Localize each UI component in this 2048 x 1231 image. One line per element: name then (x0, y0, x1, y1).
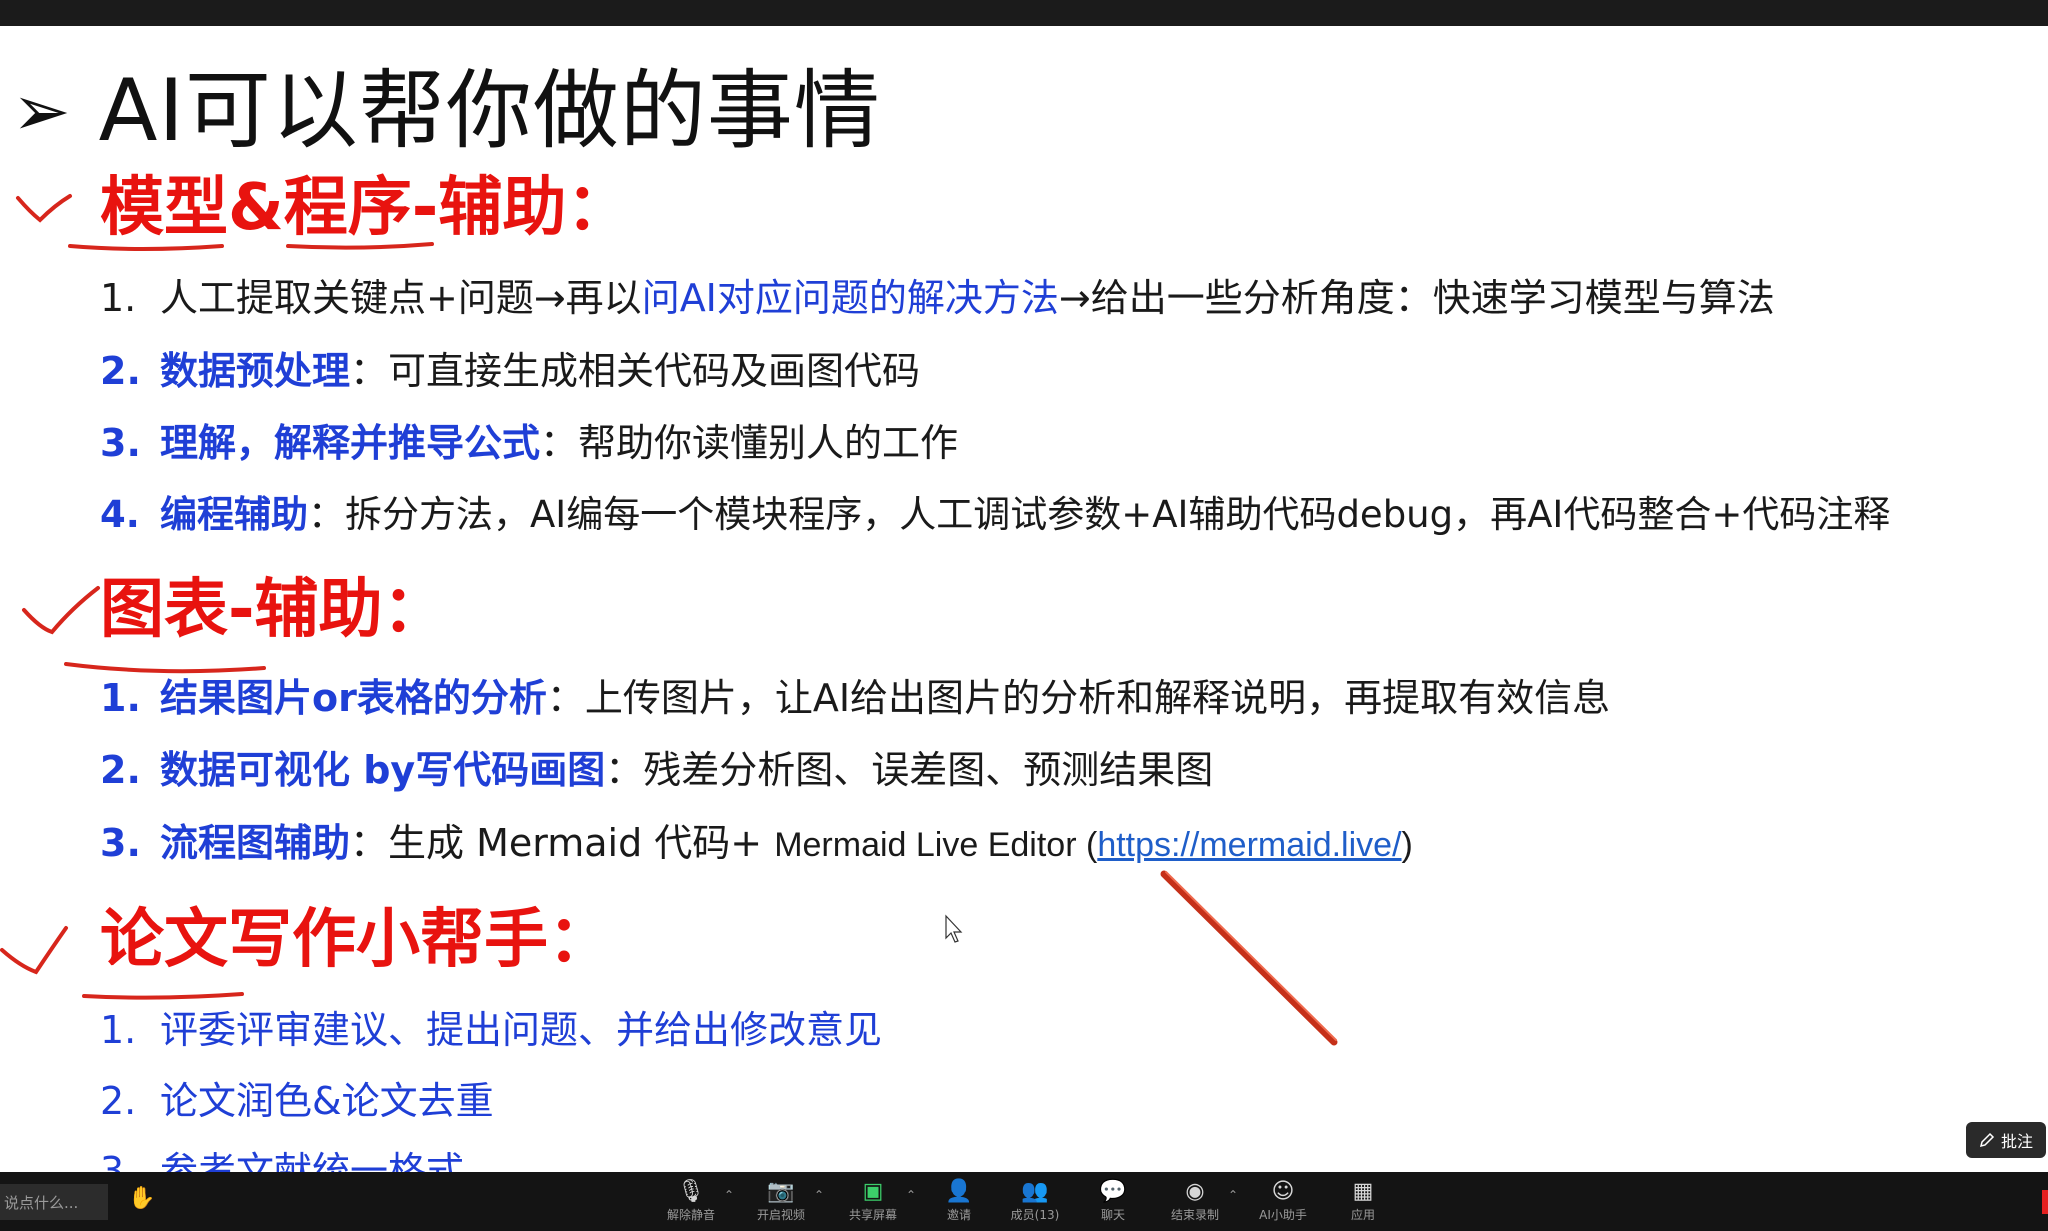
record-icon: ◉ (1185, 1179, 1205, 1204)
slide-title: ➢ AI可以帮你做的事情 (12, 56, 881, 166)
ai-assistant-button[interactable]: ☺ AI小助手 (1248, 1178, 1318, 1228)
list-item: 2. 数据预处理：可直接生成相关代码及画图代码 (100, 349, 921, 393)
chevron-up-icon[interactable]: ⌃ (1228, 1188, 1238, 1202)
list-item: 1. 人工提取关键点+问题→再以问AI对应问题的解决方法→给出一些分析角度：快速学… (100, 276, 1775, 320)
title-text: AI可以帮你做的事情 (98, 61, 881, 161)
invite-icon: 👤 (945, 1179, 973, 1204)
list-item: 4. 编程辅助：拆分方法，AI编每一个模块程序，人工调试参数+AI辅助代码debu… (100, 493, 1891, 536)
annotate-button[interactable]: 批注 (1966, 1122, 2046, 1158)
invite-button[interactable]: 👤 邀请 (924, 1178, 994, 1228)
shared-slide: ➢ AI可以帮你做的事情 模型&程序-辅助： 1. 人工提取关键点+问题→再以问A… (0, 26, 2048, 1172)
raise-hand-icon[interactable]: ✋ (126, 1186, 158, 1218)
mic-off-icon: 🎙 (677, 1179, 705, 1204)
share-screen-button[interactable]: ▣ 共享屏幕 (838, 1178, 908, 1228)
section-heading-chart: 图表-辅助： (100, 573, 447, 647)
meeting-toolbar: 说点什么... ✋ 🎙 解除静音 ⌃ 📷 开启视频 ⌃ ▣ 共享屏幕 ⌃ 👤 邀… (0, 1172, 2048, 1231)
chat-button[interactable]: 💬 聊天 (1078, 1178, 1148, 1228)
list-item: 1. 评委评审建议、提出问题、并给出修改意见 (100, 1008, 883, 1052)
mermaid-link[interactable]: https://mermaid.live/ (1097, 826, 1401, 864)
chat-input[interactable]: 说点什么... (0, 1184, 108, 1220)
title-arrow-bullet: ➢ (12, 70, 71, 152)
window-top-bar (0, 0, 2048, 26)
chevron-up-icon[interactable]: ⌃ (814, 1188, 824, 1202)
annotate-label: 批注 (2000, 1132, 2033, 1151)
list-item: 2. 论文润色&论文去重 (100, 1079, 494, 1123)
mute-button[interactable]: 🎙 解除静音 (656, 1178, 726, 1228)
share-screen-icon: ▣ (862, 1179, 884, 1204)
list-item: 3. 流程图辅助：生成 Mermaid 代码+ Mermaid Live Edit… (100, 821, 1413, 865)
video-button[interactable]: 📷 开启视频 (746, 1178, 816, 1228)
pen-icon (1979, 1132, 1995, 1148)
list-item: 1. 结果图片or表格的分析：上传图片，让AI给出图片的分析和解释说明，再提取有效… (100, 676, 1611, 720)
list-item: 3. 参考文献统一格式 (100, 1149, 465, 1172)
recording-button[interactable]: ◉ 结束录制 (1160, 1178, 1230, 1228)
apps-button[interactable]: ▦ 应用 (1328, 1178, 1398, 1228)
members-button[interactable]: 👥 成员(13) (1000, 1178, 1070, 1228)
ai-assistant-icon: ☺ (1271, 1179, 1295, 1204)
section-heading-model: 模型&程序-辅助： (100, 171, 631, 245)
chevron-up-icon[interactable]: ⌃ (906, 1188, 916, 1202)
status-indicator (2042, 1190, 2048, 1214)
camera-off-icon: 📷 (767, 1179, 795, 1204)
apps-icon: ▦ (1352, 1179, 1374, 1204)
members-icon: 👥 (1021, 1179, 1049, 1204)
chevron-up-icon[interactable]: ⌃ (724, 1188, 734, 1202)
list-item: 2. 数据可视化 by写代码画图：残差分析图、误差图、预测结果图 (100, 748, 1214, 792)
list-item: 3. 理解，解释并推导公式：帮助你读懂别人的工作 (100, 421, 959, 465)
section-heading-paper: 论文写作小帮手： (100, 903, 612, 977)
chat-icon: 💬 (1099, 1179, 1127, 1204)
